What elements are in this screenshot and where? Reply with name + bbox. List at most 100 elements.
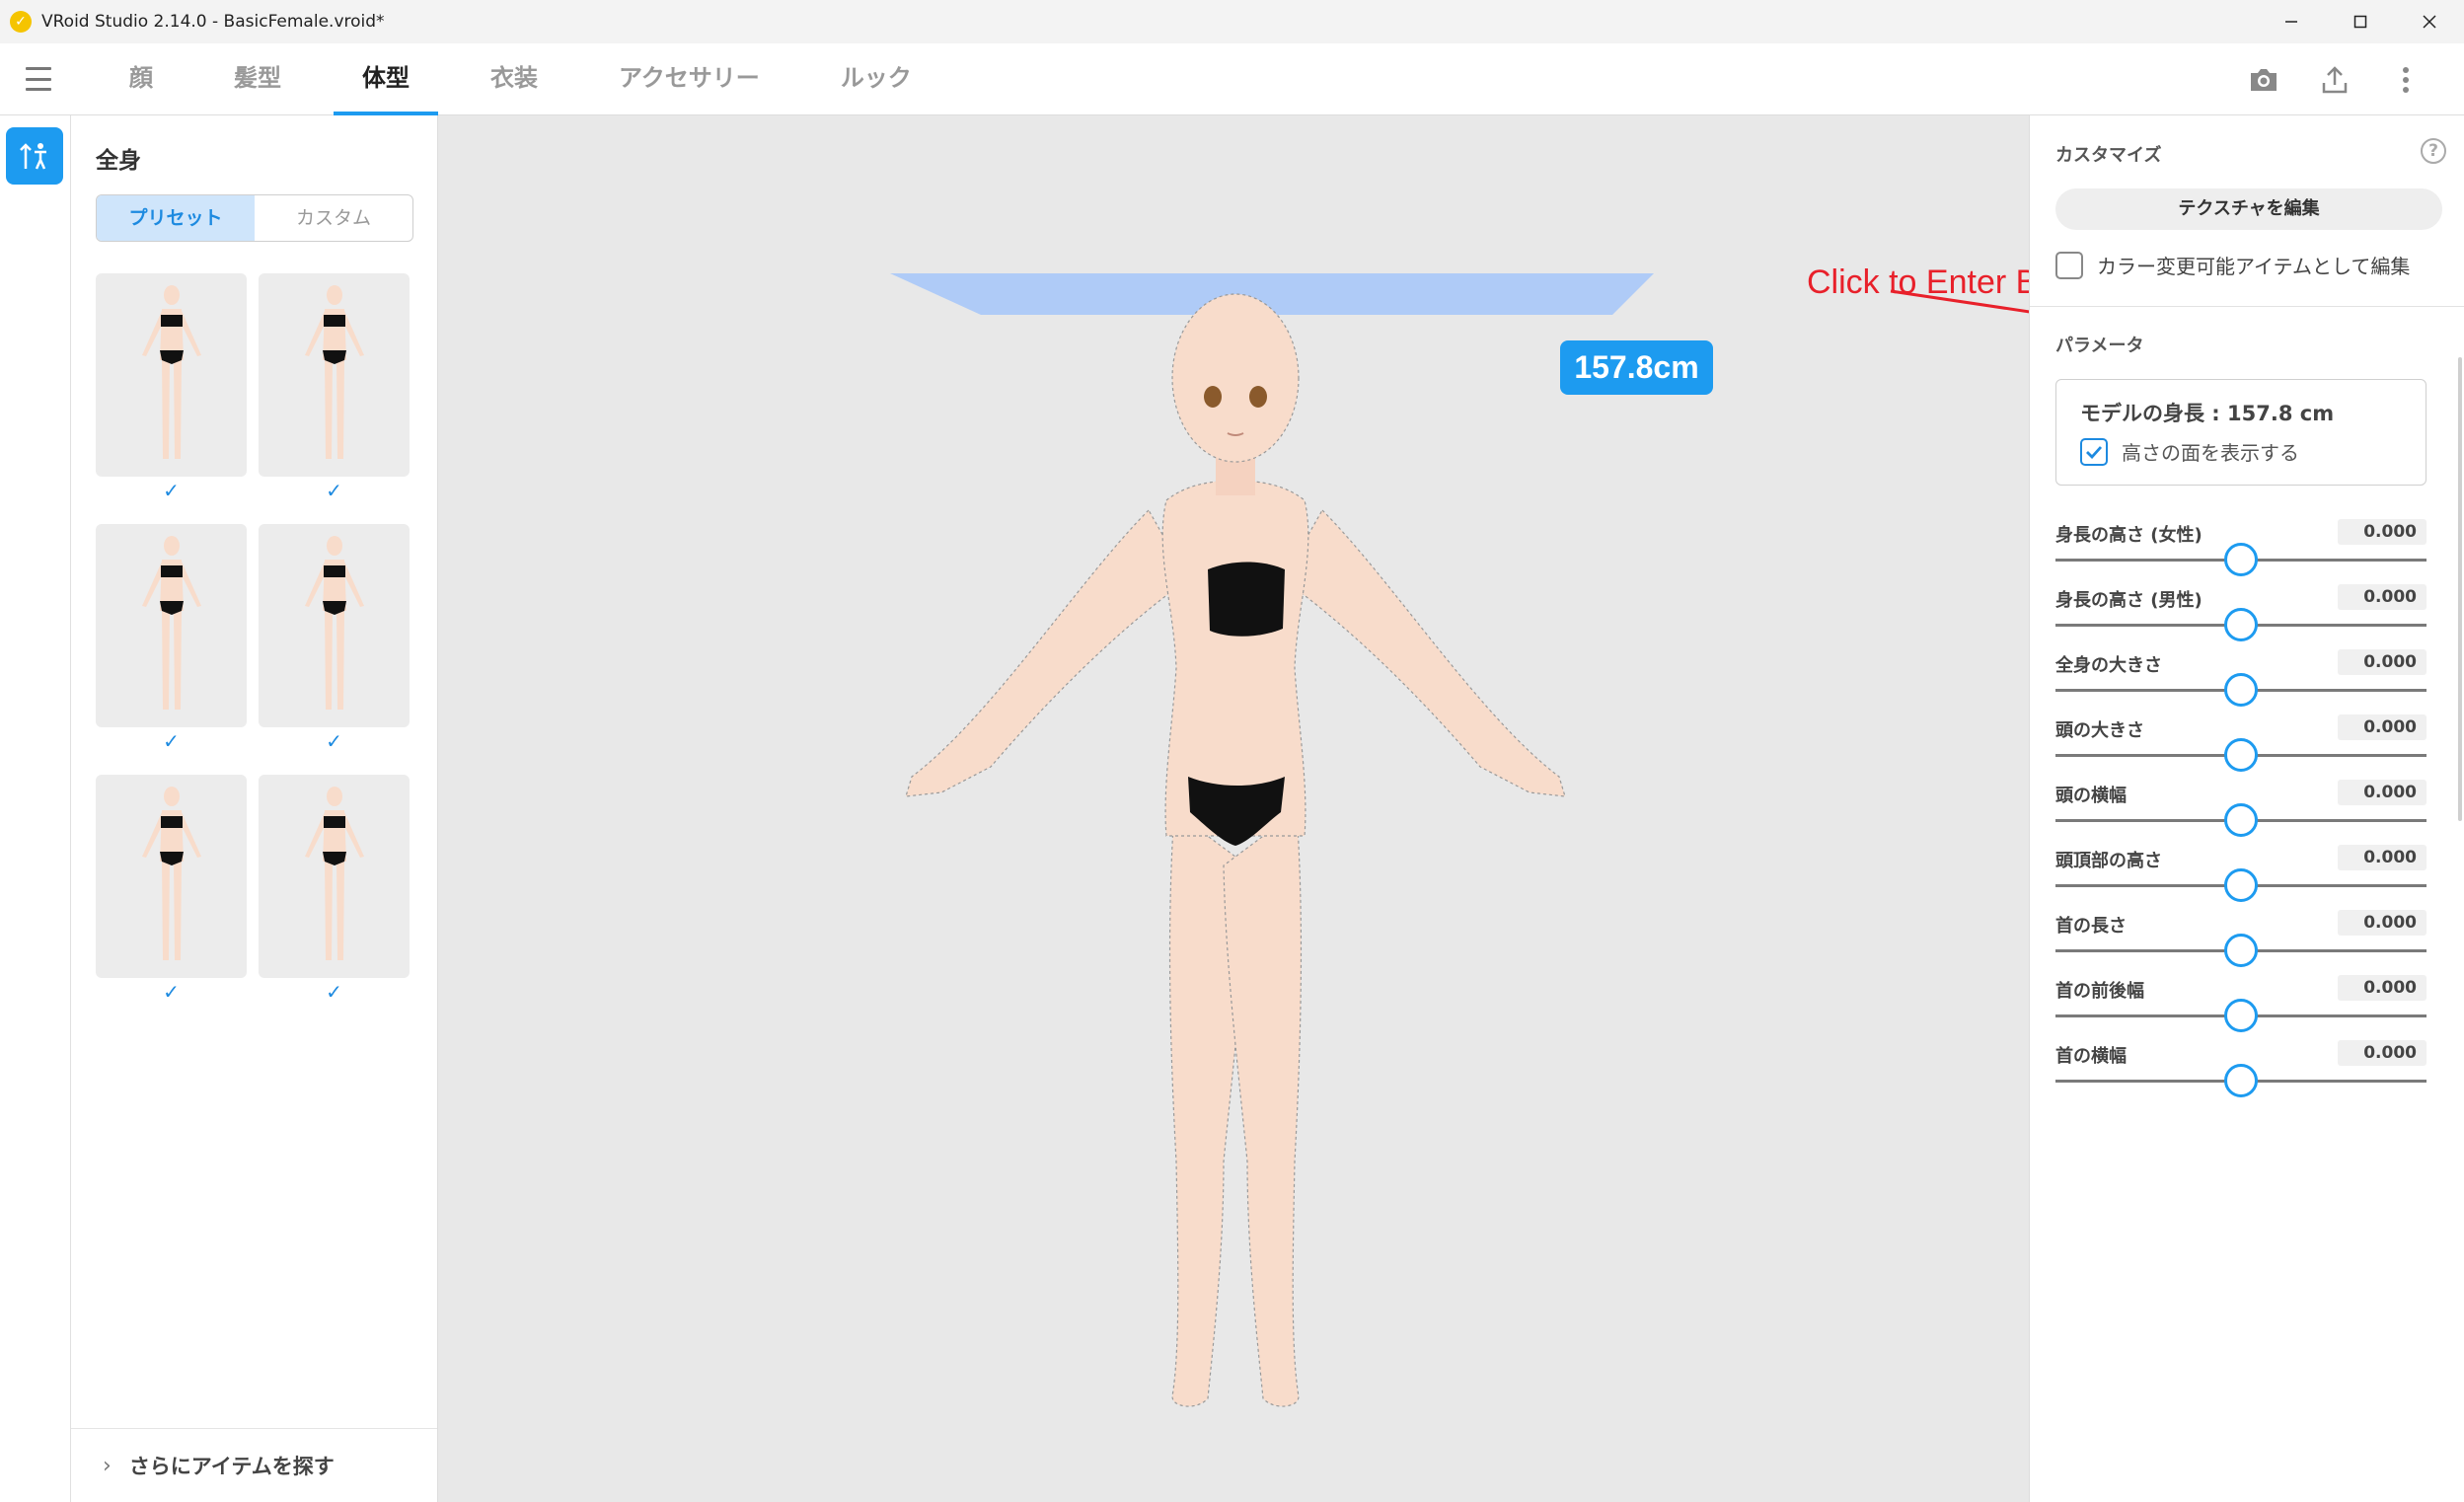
tab-body[interactable]: 体型: [322, 43, 450, 115]
parameter-value[interactable]: 0.000: [2338, 975, 2427, 1001]
model-render: [890, 273, 2029, 1407]
parameters-heading: パラメータ: [2055, 336, 2144, 356]
preset-thumbnail[interactable]: [259, 273, 410, 477]
export-icon[interactable]: [2316, 61, 2353, 99]
parameter-label: 首の横幅: [2055, 1046, 2127, 1067]
check-icon: ✓: [326, 729, 342, 753]
parameter-slider-row: 首の横幅 0.000: [2055, 1040, 2427, 1146]
hamburger-menu-icon[interactable]: [26, 67, 51, 91]
camera-icon[interactable]: [2245, 61, 2282, 99]
left-rail: [0, 115, 71, 1502]
more-vertical-icon[interactable]: [2387, 61, 2425, 99]
slider-handle[interactable]: [2224, 608, 2258, 641]
slider-handle[interactable]: [2224, 1064, 2258, 1097]
preset-item[interactable]: ✓: [96, 524, 247, 753]
model-height-label: モデルの身長 : 157.8 cm: [2080, 402, 2335, 425]
color-edit-label: カラー変更可能アイテムとして編集: [2097, 255, 2411, 278]
body-shape-mode-button[interactable]: [6, 127, 63, 185]
tab-hairstyle[interactable]: 髪型: [193, 43, 322, 115]
slider-handle[interactable]: [2224, 803, 2258, 837]
preset-custom-toggle: プリセット カスタム: [96, 194, 413, 242]
parameter-value[interactable]: 0.000: [2338, 1040, 2427, 1066]
parameter-label: 全身の大きさ: [2055, 655, 2162, 676]
window-controls: [2257, 0, 2464, 43]
category-tabs: 顔 髪型 体型 衣装 アクセサリー ルック: [89, 43, 952, 115]
tab-accessory[interactable]: アクセサリー: [578, 43, 800, 115]
parameter-label: 頭頂部の高さ: [2055, 851, 2162, 871]
body-adjust-icon: [20, 143, 46, 170]
parameter-value[interactable]: 0.000: [2338, 584, 2427, 610]
tab-face[interactable]: 顔: [89, 43, 193, 115]
preset-panel: 全身 プリセット カスタム ✓ ✓ ✓ ✓ ✓ ✓ › さらにアイテムを探す: [71, 115, 438, 1502]
parameter-label: 頭の大きさ: [2055, 720, 2144, 741]
title-bar: ✓ VRoid Studio 2.14.0 - BasicFemale.vroi…: [0, 0, 2464, 43]
parameter-label: 身長の高さ (女性): [2055, 525, 2203, 546]
preset-item[interactable]: ✓: [96, 775, 247, 1004]
show-height-plane-label: 高さの面を表示する: [2122, 441, 2299, 465]
preset-item[interactable]: ✓: [96, 273, 247, 502]
parameter-value[interactable]: 0.000: [2338, 714, 2427, 740]
color-edit-checkbox-row[interactable]: カラー変更可能アイテムとして編集: [2055, 251, 2410, 279]
check-icon: ✓: [163, 980, 180, 1004]
app-window: ✓ VRoid Studio 2.14.0 - BasicFemale.vroi…: [0, 0, 2464, 1502]
toolbar-icons: [2245, 43, 2425, 115]
preset-item[interactable]: ✓: [259, 775, 410, 1004]
3d-viewport[interactable]: 157.8cm Click to Enter Body Texture Mode: [438, 115, 2029, 1502]
vroid-logo-icon: ✓: [10, 11, 32, 33]
parameter-value[interactable]: 0.000: [2338, 845, 2427, 870]
preset-thumbnail[interactable]: [96, 273, 247, 477]
parameter-label: 首の前後幅: [2055, 981, 2144, 1002]
parameter-value[interactable]: 0.000: [2338, 910, 2427, 936]
check-icon: ✓: [326, 980, 342, 1004]
color-edit-checkbox[interactable]: [2055, 251, 2083, 279]
custom-tab[interactable]: カスタム: [255, 195, 412, 241]
show-height-plane-checkbox[interactable]: [2080, 437, 2108, 466]
customize-heading: カスタマイズ: [2055, 145, 2162, 166]
tab-look[interactable]: ルック: [800, 43, 952, 115]
menu-bar: 顔 髪型 体型 衣装 アクセサリー ルック: [0, 43, 2464, 115]
preset-tab[interactable]: プリセット: [97, 195, 255, 241]
show-height-plane-row[interactable]: 高さの面を表示する: [2080, 437, 2299, 466]
parameter-value[interactable]: 0.000: [2338, 780, 2427, 805]
maximize-icon: [2353, 15, 2367, 29]
help-icon[interactable]: ?: [2421, 138, 2446, 164]
parameter-label: 首の長さ: [2055, 916, 2127, 937]
check-icon: ✓: [163, 729, 180, 753]
preset-thumbnail[interactable]: [96, 775, 247, 978]
chevron-right-icon: ›: [103, 1453, 112, 1478]
slider-handle[interactable]: [2224, 738, 2258, 772]
parameter-value[interactable]: 0.000: [2338, 519, 2427, 545]
preset-thumbnail[interactable]: [259, 775, 410, 978]
preset-thumbnail[interactable]: [96, 524, 247, 727]
maximize-button[interactable]: [2326, 0, 2395, 43]
customize-panel: カスタマイズ ? テクスチャを編集 カラー変更可能アイテムとして編集 パラメータ…: [2029, 115, 2464, 1502]
preset-grid: ✓ ✓ ✓ ✓ ✓ ✓: [96, 273, 413, 1004]
slider-handle[interactable]: [2224, 999, 2258, 1032]
model-height-box: モデルの身長 : 157.8 cm 高さの面を表示する: [2055, 379, 2427, 486]
check-icon: ✓: [163, 479, 180, 502]
tab-outfit[interactable]: 衣装: [450, 43, 578, 115]
slider-handle[interactable]: [2224, 934, 2258, 967]
preset-item[interactable]: ✓: [259, 273, 410, 502]
parameter-label: 頭の横幅: [2055, 786, 2127, 806]
find-more-items[interactable]: › さらにアイテムを探す: [71, 1428, 437, 1502]
minimize-button[interactable]: [2257, 0, 2326, 43]
parameter-label: 身長の高さ (男性): [2055, 590, 2203, 611]
height-plane: [890, 273, 1654, 315]
slider-handle[interactable]: [2224, 543, 2258, 576]
scrollbar[interactable]: [2458, 357, 2462, 821]
preset-thumbnail[interactable]: [259, 524, 410, 727]
checkmark-icon: [2086, 445, 2103, 459]
slider-handle[interactable]: [2224, 868, 2258, 902]
preset-item[interactable]: ✓: [259, 524, 410, 753]
parameter-value[interactable]: 0.000: [2338, 649, 2427, 675]
find-more-label: さらにアイテムを探す: [128, 1455, 335, 1478]
close-button[interactable]: [2395, 0, 2464, 43]
edit-texture-button[interactable]: テクスチャを編集: [2055, 188, 2442, 230]
divider: [2030, 306, 2464, 307]
window-title: VRoid Studio 2.14.0 - BasicFemale.vroid*: [41, 12, 385, 32]
panel-title: 全身: [96, 148, 141, 174]
slider-handle[interactable]: [2224, 673, 2258, 707]
avatar-figure: [905, 293, 1566, 1407]
minimize-icon: [2285, 21, 2297, 23]
